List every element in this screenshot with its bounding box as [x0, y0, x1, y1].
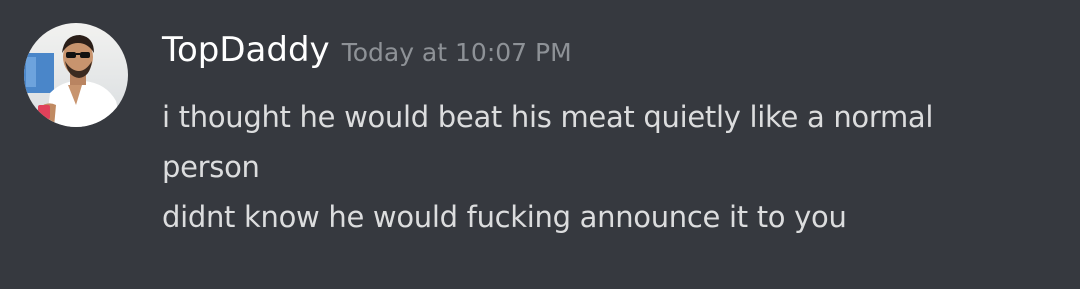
username[interactable]: TopDaddy — [162, 30, 330, 70]
timestamp: Today at 10:07 PM — [341, 38, 572, 67]
message-content: i thought he would beat his meat quietly… — [162, 92, 1042, 242]
avatar-image — [24, 23, 128, 127]
message-line: person — [162, 150, 260, 184]
chat-message: TopDaddy Today at 10:07 PM i thought he w… — [0, 0, 1080, 289]
message-line: i thought he would beat his meat quietly… — [162, 100, 934, 134]
message-line: didnt know he would fucking announce it … — [162, 200, 847, 234]
user-avatar[interactable] — [24, 23, 128, 127]
message-header: TopDaddy Today at 10:07 PM — [162, 30, 572, 80]
